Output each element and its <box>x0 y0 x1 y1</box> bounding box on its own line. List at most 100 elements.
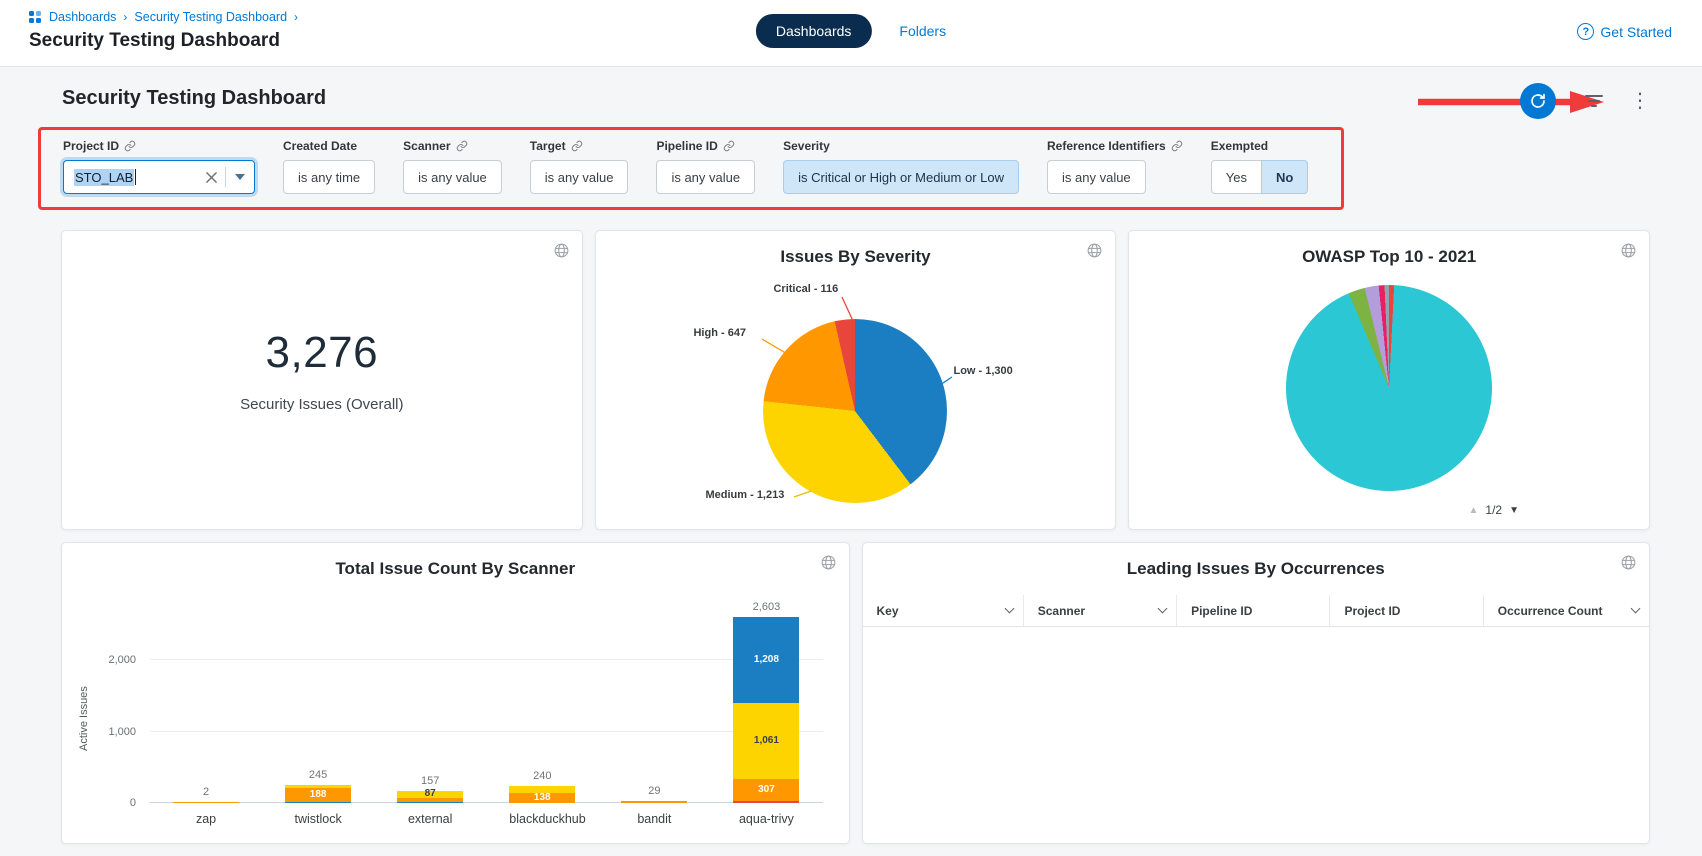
filter-exempted: Exempted Yes No <box>1211 138 1309 194</box>
get-started-link[interactable]: ? Get Started <box>1577 23 1672 40</box>
filter-panel-icon[interactable] <box>1584 91 1604 110</box>
filter-exempted-label: Exempted <box>1211 139 1268 153</box>
dashboard-header: Security Testing Dashboard ⋮ <box>0 67 1702 127</box>
severity-pie-chart: Critical - 116 High - 647 Low - 1,300 Me… <box>596 267 1116 515</box>
bar-external[interactable]: 15787external <box>397 603 463 803</box>
created-date-filter-button[interactable]: is any time <box>283 160 375 194</box>
sort-chevron-icon <box>1004 604 1014 614</box>
filter-scanner-label: Scanner <box>403 139 450 153</box>
filter-reference-identifiers: Reference Identifiers is any value <box>1047 138 1183 194</box>
link-icon <box>723 140 735 152</box>
owasp-pie-chart[interactable] <box>1286 285 1492 491</box>
column-header-key[interactable]: Key <box>863 595 1024 626</box>
column-header-scanner[interactable]: Scanner <box>1024 595 1177 626</box>
y-axis-tick: 2,000 <box>108 654 136 666</box>
filter-severity-label: Severity <box>783 139 830 153</box>
tile-issues-by-severity: Issues By Severity Critical - 116 High -… <box>595 230 1117 530</box>
table-body-empty <box>863 627 1650 837</box>
bar-zap[interactable]: 2zap <box>173 603 239 803</box>
bar-category-label: bandit <box>621 812 687 826</box>
pie-label-low: Low - 1,300 <box>953 365 1012 377</box>
owasp-chart-title: OWASP Top 10 - 2021 <box>1129 231 1649 267</box>
link-icon <box>571 140 583 152</box>
y-axis-tick: 0 <box>130 797 136 809</box>
pie-label-high: High - 647 <box>693 327 746 339</box>
target-filter-button[interactable]: is any value <box>530 160 629 194</box>
filter-target-label: Target <box>530 139 566 153</box>
project-id-combobox[interactable]: STO_LAB <box>63 160 255 194</box>
table-header-row: KeyScannerPipeline IDProject IDOccurrenc… <box>863 595 1650 627</box>
pager-page-label: 1/2 <box>1485 503 1502 517</box>
kebab-menu-icon[interactable]: ⋮ <box>1630 91 1650 111</box>
sort-chevron-icon <box>1631 604 1641 614</box>
severity-filter-button[interactable]: is Critical or High or Medium or Low <box>783 160 1019 194</box>
issues-by-severity-pie[interactable] <box>763 319 947 503</box>
severity-chart-title: Issues By Severity <box>596 231 1116 267</box>
column-header-occurrence-count[interactable]: Occurrence Count <box>1484 595 1649 626</box>
bar-aqua-trivy[interactable]: 2,6031,2081,061307aqua-trivy <box>733 603 799 803</box>
dashboards-grid-icon <box>29 11 42 24</box>
y-axis: 01,0002,000 <box>90 603 142 803</box>
scanner-chart-title: Total Issue Count By Scanner <box>62 543 849 579</box>
tile-total-issue-count-by-scanner: Total Issue Count By Scanner Active Issu… <box>61 542 850 844</box>
filter-pipeline-id: Pipeline ID is any value <box>656 138 755 194</box>
tile-owasp-top-10: OWASP Top 10 - 2021 ▲ 1/2 ▼ <box>1128 230 1650 530</box>
tab-dashboards[interactable]: Dashboards <box>756 14 872 48</box>
annotation-box: Project ID STO_LAB <box>38 127 1344 210</box>
top-bar: Dashboards › Security Testing Dashboard … <box>0 0 1702 67</box>
bar-category-label: twistlock <box>285 812 351 826</box>
bar-category-label: aqua-trivy <box>733 812 799 826</box>
tab-folders[interactable]: Folders <box>899 23 946 39</box>
globe-icon[interactable] <box>1620 554 1637 576</box>
exempted-no-button[interactable]: No <box>1261 160 1308 194</box>
pager-down-icon[interactable]: ▼ <box>1509 505 1519 516</box>
scanner-filter-button[interactable]: is any value <box>403 160 502 194</box>
globe-icon[interactable] <box>1086 242 1103 264</box>
text-cursor <box>135 169 136 185</box>
tile-leading-issues-by-occurrences: Leading Issues By Occurrences KeyScanner… <box>862 542 1651 844</box>
clear-icon[interactable] <box>198 172 225 183</box>
exempted-yes-button[interactable]: Yes <box>1211 160 1262 194</box>
refresh-button[interactable] <box>1520 83 1556 119</box>
filter-project-id: Project ID STO_LAB <box>63 138 255 194</box>
bar-twistlock[interactable]: 245188twistlock <box>285 603 351 803</box>
column-header-pipeline-id: Pipeline ID <box>1177 595 1330 626</box>
dashboard-actions: ⋮ <box>1520 83 1650 119</box>
bar-blackduckhub[interactable]: 240138blackduckhub <box>509 603 575 803</box>
reference-identifiers-filter-button[interactable]: is any value <box>1047 160 1146 194</box>
filter-bar: Project ID STO_LAB <box>63 138 1321 194</box>
security-issues-count: 3,276 <box>266 328 379 378</box>
filter-severity: Severity is Critical or High or Medium o… <box>783 138 1019 194</box>
link-icon <box>456 140 468 152</box>
globe-icon[interactable] <box>820 554 837 576</box>
filter-created-date: Created Date is any time <box>283 138 375 194</box>
pie-label-critical: Critical - 116 <box>773 283 838 295</box>
filter-target: Target is any value <box>530 138 629 194</box>
security-issues-label: Security Issues (Overall) <box>240 396 403 413</box>
legend-pager: ▲ 1/2 ▼ <box>1469 503 1520 517</box>
y-axis-tick: 1,000 <box>108 726 136 738</box>
bar-category-label: external <box>397 812 463 826</box>
refresh-icon <box>1529 92 1547 110</box>
breadcrumb-security-testing-dashboard[interactable]: Security Testing Dashboard <box>134 10 287 24</box>
bar-plot: 2zap 245188twistlock 15787external 240138bl… <box>150 603 823 803</box>
page-title: Security Testing Dashboard <box>29 30 280 52</box>
occurrences-table-title: Leading Issues By Occurrences <box>863 543 1650 579</box>
tiles-row-1: 3,276 Security Issues (Overall) Issues B… <box>61 230 1650 530</box>
view-toggle: Dashboards Folders <box>756 14 946 48</box>
y-axis-label: Active Issues <box>78 686 90 751</box>
pager-up-icon[interactable]: ▲ <box>1469 505 1479 516</box>
dropdown-caret-icon[interactable] <box>226 174 254 180</box>
sort-chevron-icon <box>1158 604 1168 614</box>
filter-scanner: Scanner is any value <box>403 138 502 194</box>
globe-icon[interactable] <box>1620 242 1637 264</box>
breadcrumb-separator: › <box>123 10 127 24</box>
breadcrumb-dashboards[interactable]: Dashboards <box>49 10 116 24</box>
filter-created-date-label: Created Date <box>283 139 357 153</box>
pipeline-id-filter-button[interactable]: is any value <box>656 160 755 194</box>
column-header-project-id: Project ID <box>1330 595 1483 626</box>
dashboard-main: Security Testing Dashboard ⋮ Project ID <box>0 67 1702 856</box>
filter-project-id-label: Project ID <box>63 139 119 153</box>
bar-bandit[interactable]: 29bandit <box>621 603 687 803</box>
dashboard-title: Security Testing Dashboard <box>62 87 326 110</box>
